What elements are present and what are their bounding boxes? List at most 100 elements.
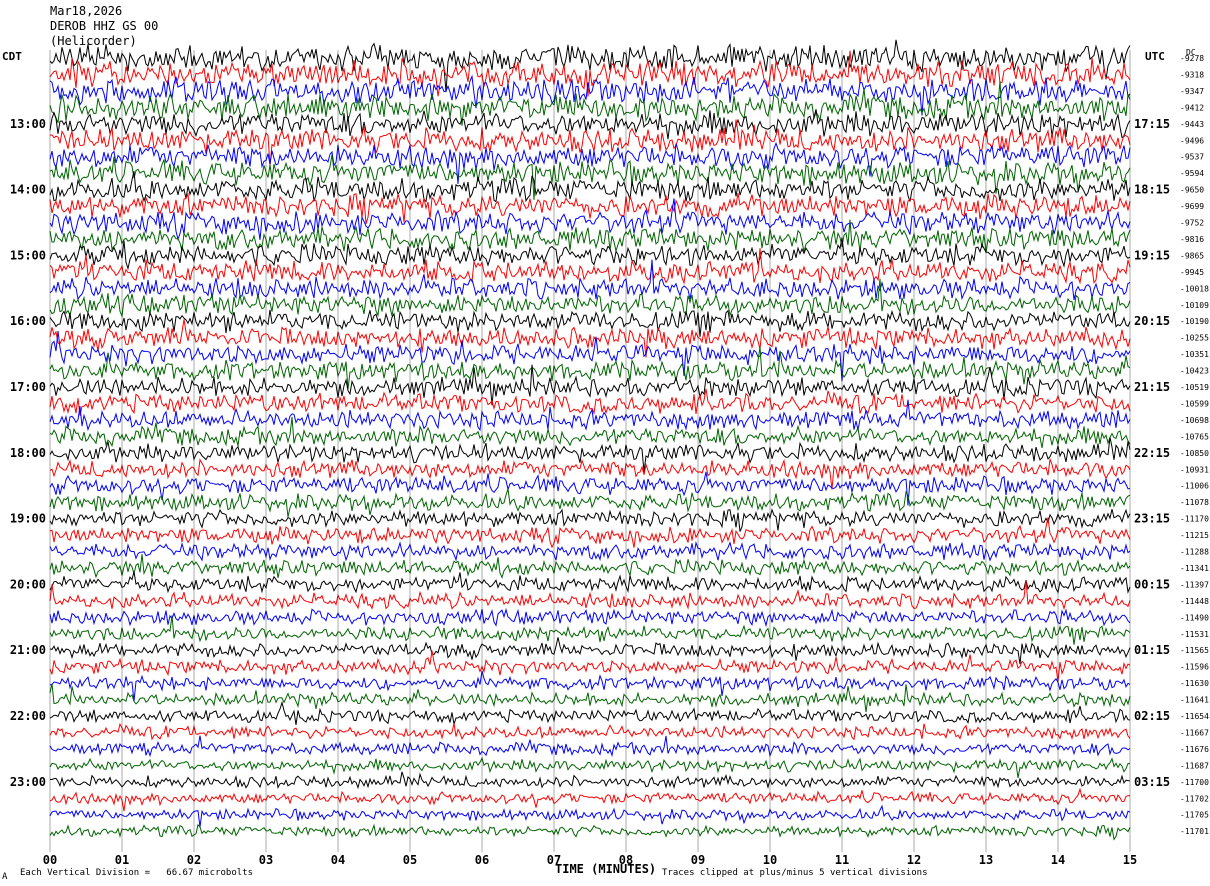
x-tick-15: 15 [1123,853,1137,867]
left-hour-label: 17:00 [10,380,46,394]
x-tick-05: 05 [403,853,417,867]
trace-row-47 [49,823,1131,841]
dc-offset-label: -10519 [1180,383,1209,392]
dc-offset-label: -9347 [1180,87,1204,96]
trace-row-25 [49,457,1131,490]
right-hour-label: 23:15 [1134,512,1170,526]
trace-row-43 [49,756,1131,778]
trace-row-46 [49,804,1131,828]
right-timezone-label: UTC [1145,50,1165,63]
right-hour-label: 18:15 [1134,183,1170,197]
trace-row-16 [49,309,1131,337]
dc-offset-label: -11448 [1180,597,1209,606]
trace-row-44 [50,771,1131,790]
x-tick-06: 06 [475,853,489,867]
dc-offset-label: -11078 [1180,498,1209,507]
left-hour-label: 16:00 [10,314,46,328]
dc-offset-label: -10765 [1180,432,1209,441]
right-hour-label: 17:15 [1134,117,1170,131]
trace-row-22 [49,399,1131,432]
dc-offset-label: -11215 [1180,531,1209,540]
right-hour-label: 00:15 [1134,577,1170,591]
dc-offset-label: -11705 [1180,811,1209,820]
dc-offset-label: -9537 [1180,153,1204,162]
dc-offset-label: -11341 [1180,564,1209,573]
date-label: Mar18,2026 [50,4,123,18]
dc-offset-label: -11006 [1180,482,1209,491]
trace-row-36 [49,637,1131,665]
trace-row-23 [49,416,1131,448]
x-tick-04: 04 [331,853,345,867]
left-hour-label: 15:00 [10,248,46,262]
dc-offset-label: -11490 [1180,613,1209,622]
dc-offset-label: -11565 [1180,646,1209,655]
trace-row-27 [49,488,1131,518]
dc-offset-label: -11170 [1180,515,1209,524]
dc-offset-label: -11701 [1180,827,1209,836]
right-hour-label: 20:15 [1134,314,1170,328]
left-hour-label: 13:00 [10,117,46,131]
dc-offset-label: -10018 [1180,284,1209,293]
trace-row-28 [49,508,1131,532]
trace-row-34 [49,607,1131,628]
scale-note: Each Vertical Division = 66.67 microbolt… [20,868,253,878]
dc-offset-label: -9594 [1180,169,1204,178]
station-label: DEROB HHZ GS 00 [50,19,159,33]
trace-row-45 [49,787,1131,812]
left-hour-label: 20:00 [10,577,46,591]
dc-offset-label: -10698 [1180,416,1209,425]
left-hour-label: 23:00 [10,775,46,789]
dc-offset-label: -9650 [1180,186,1204,195]
dc-offset-label: -11687 [1180,761,1209,770]
dc-offset-label: -10850 [1180,449,1209,458]
trace-row-41 [49,722,1131,741]
seismic-traces [49,39,1131,841]
dc-offset-label: -11676 [1180,745,1209,754]
x-tick-09: 09 [691,853,705,867]
x-tick-00: 00 [43,853,57,867]
trace-row-0 [49,39,1131,93]
dc-offset-label: -10255 [1180,334,1209,343]
left-hour-labels: 13:00 14:00 15:00 16:00 17:00 18:00 19:00 20:00… [10,117,46,789]
x-tick-12: 12 [907,853,921,867]
dc-offset-label: -11288 [1180,548,1209,557]
right-hour-label: 19:15 [1134,248,1170,262]
x-tick-13: 13 [979,853,993,867]
trace-row-38 [49,670,1131,702]
dc-offset-label: -10599 [1180,399,1209,408]
dc-offset-label: -11667 [1180,728,1209,737]
dc-offset-label: -9865 [1180,251,1204,260]
right-hour-label: 02:15 [1134,709,1170,723]
dc-offset-label: -10190 [1180,317,1209,326]
right-hour-label: 03:15 [1134,775,1170,789]
trace-row-8 [49,171,1131,203]
x-tick-10: 10 [763,853,777,867]
clip-note: Traces clipped at plus/minus 5 vertical … [662,868,928,878]
trace-row-9 [49,192,1131,224]
dc-offset-label: -10109 [1180,301,1209,310]
x-tick-01: 01 [115,853,129,867]
trace-row-33 [49,580,1131,611]
trace-row-40 [49,700,1131,725]
dc-offset-label: -10351 [1180,350,1209,359]
trace-row-37 [49,650,1131,682]
scale-label: (Helicorder) [50,34,137,48]
x-tick-14: 14 [1051,853,1065,867]
dc-offset-label: -11700 [1180,778,1209,787]
dc-offset-label: -9496 [1180,136,1204,145]
dc-offset-label: -11531 [1180,630,1209,639]
helicorder-plot: 00 01 02 03 04 05 06 07 08 09 10 11 12 13 14 15 13:0014… [10,39,1209,867]
right-hour-label: 01:15 [1134,643,1170,657]
left-hour-label: 18:00 [10,446,46,460]
dc-offset-label: -9412 [1180,103,1204,112]
left-timezone-label: CDT [2,50,22,63]
dc-offset-label: -9318 [1180,70,1204,79]
dc-offset-label: -11641 [1180,696,1209,705]
x-tick-02: 02 [187,853,201,867]
x-axis-title: TIME (MINUTES) [555,862,657,876]
trace-row-10 [49,198,1131,241]
trace-row-7 [49,154,1131,200]
corner-mark: A [2,872,8,882]
trace-row-30 [49,540,1131,562]
right-hour-label: 22:15 [1134,446,1170,460]
